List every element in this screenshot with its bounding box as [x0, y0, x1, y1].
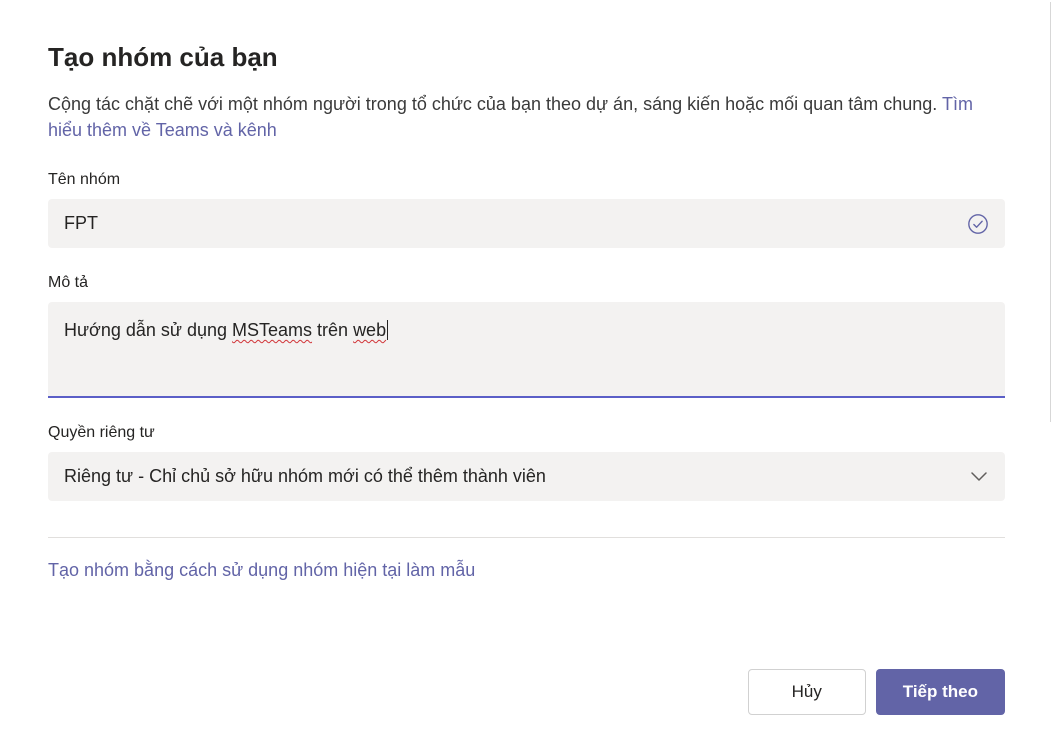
next-button[interactable]: Tiếp theo	[876, 669, 1005, 715]
check-circle-icon	[967, 213, 989, 235]
scrollbar-edge	[1050, 2, 1051, 422]
privacy-select[interactable]: Riêng tư - Chỉ chủ sở hữu nhóm mới có th…	[48, 452, 1005, 501]
dialog-title: Tạo nhóm của bạn	[48, 42, 1005, 73]
description-label: Mô tả	[48, 274, 1005, 292]
cancel-button[interactable]: Hủy	[748, 669, 866, 715]
description-input[interactable]	[48, 302, 1005, 398]
create-team-dialog: Tạo nhóm của bạn Cộng tác chặt chẽ với m…	[0, 0, 1053, 743]
dialog-footer: Hủy Tiếp theo	[48, 649, 1005, 715]
dialog-description: Cộng tác chặt chẽ với một nhóm người tro…	[48, 91, 1005, 143]
privacy-label: Quyền riêng tư	[48, 424, 1005, 442]
description-group: Mô tả Hướng dẫn sử dụng MSTeams trên web	[48, 274, 1005, 398]
divider	[48, 537, 1005, 538]
team-name-group: Tên nhóm	[48, 171, 1005, 248]
team-name-label: Tên nhóm	[48, 171, 1005, 189]
team-name-input[interactable]	[48, 199, 1005, 248]
use-template-link[interactable]: Tạo nhóm bằng cách sử dụng nhóm hiện tại…	[48, 560, 1005, 581]
chevron-down-icon	[971, 472, 987, 482]
description-text: Cộng tác chặt chẽ với một nhóm người tro…	[48, 94, 942, 114]
privacy-select-wrap: Riêng tư - Chỉ chủ sở hữu nhóm mới có th…	[48, 452, 1005, 501]
description-input-wrap: Hướng dẫn sử dụng MSTeams trên web	[48, 302, 1005, 398]
team-name-input-wrap	[48, 199, 1005, 248]
privacy-group: Quyền riêng tư Riêng tư - Chỉ chủ sở hữu…	[48, 424, 1005, 501]
